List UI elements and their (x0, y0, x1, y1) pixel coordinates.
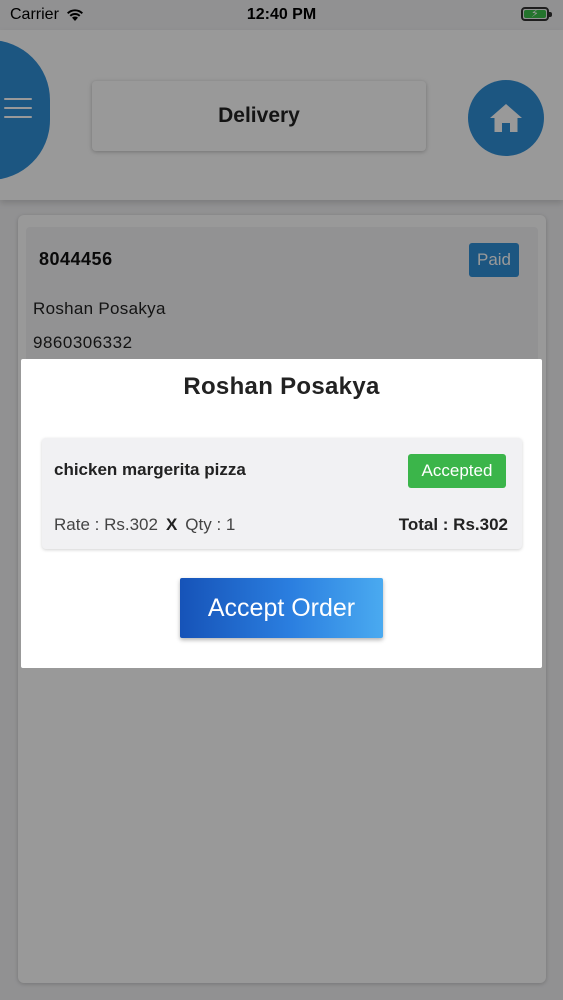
app-screen: Carrier 12:40 PM ⚡ Delivery 8044456 Paid… (0, 0, 563, 1000)
item-rate: Rate : Rs.302 (54, 515, 158, 534)
order-details-modal: Roshan Posakya chicken margerita pizza A… (21, 359, 542, 668)
item-total: Total : Rs.302 (398, 515, 508, 534)
item-status-badge: Accepted (408, 454, 506, 488)
item-name: chicken margerita pizza (54, 460, 246, 479)
multiply-sign: X (165, 515, 178, 534)
item-rate-qty: Rate : Rs.302 X Qty : 1 (54, 515, 235, 535)
modal-title: Roshan Posakya (183, 373, 380, 400)
item-qty: Qty : 1 (185, 515, 236, 534)
accept-order-button[interactable]: Accept Order (180, 578, 383, 638)
order-item-card: chicken margerita pizza Accepted Rate : … (42, 438, 522, 549)
